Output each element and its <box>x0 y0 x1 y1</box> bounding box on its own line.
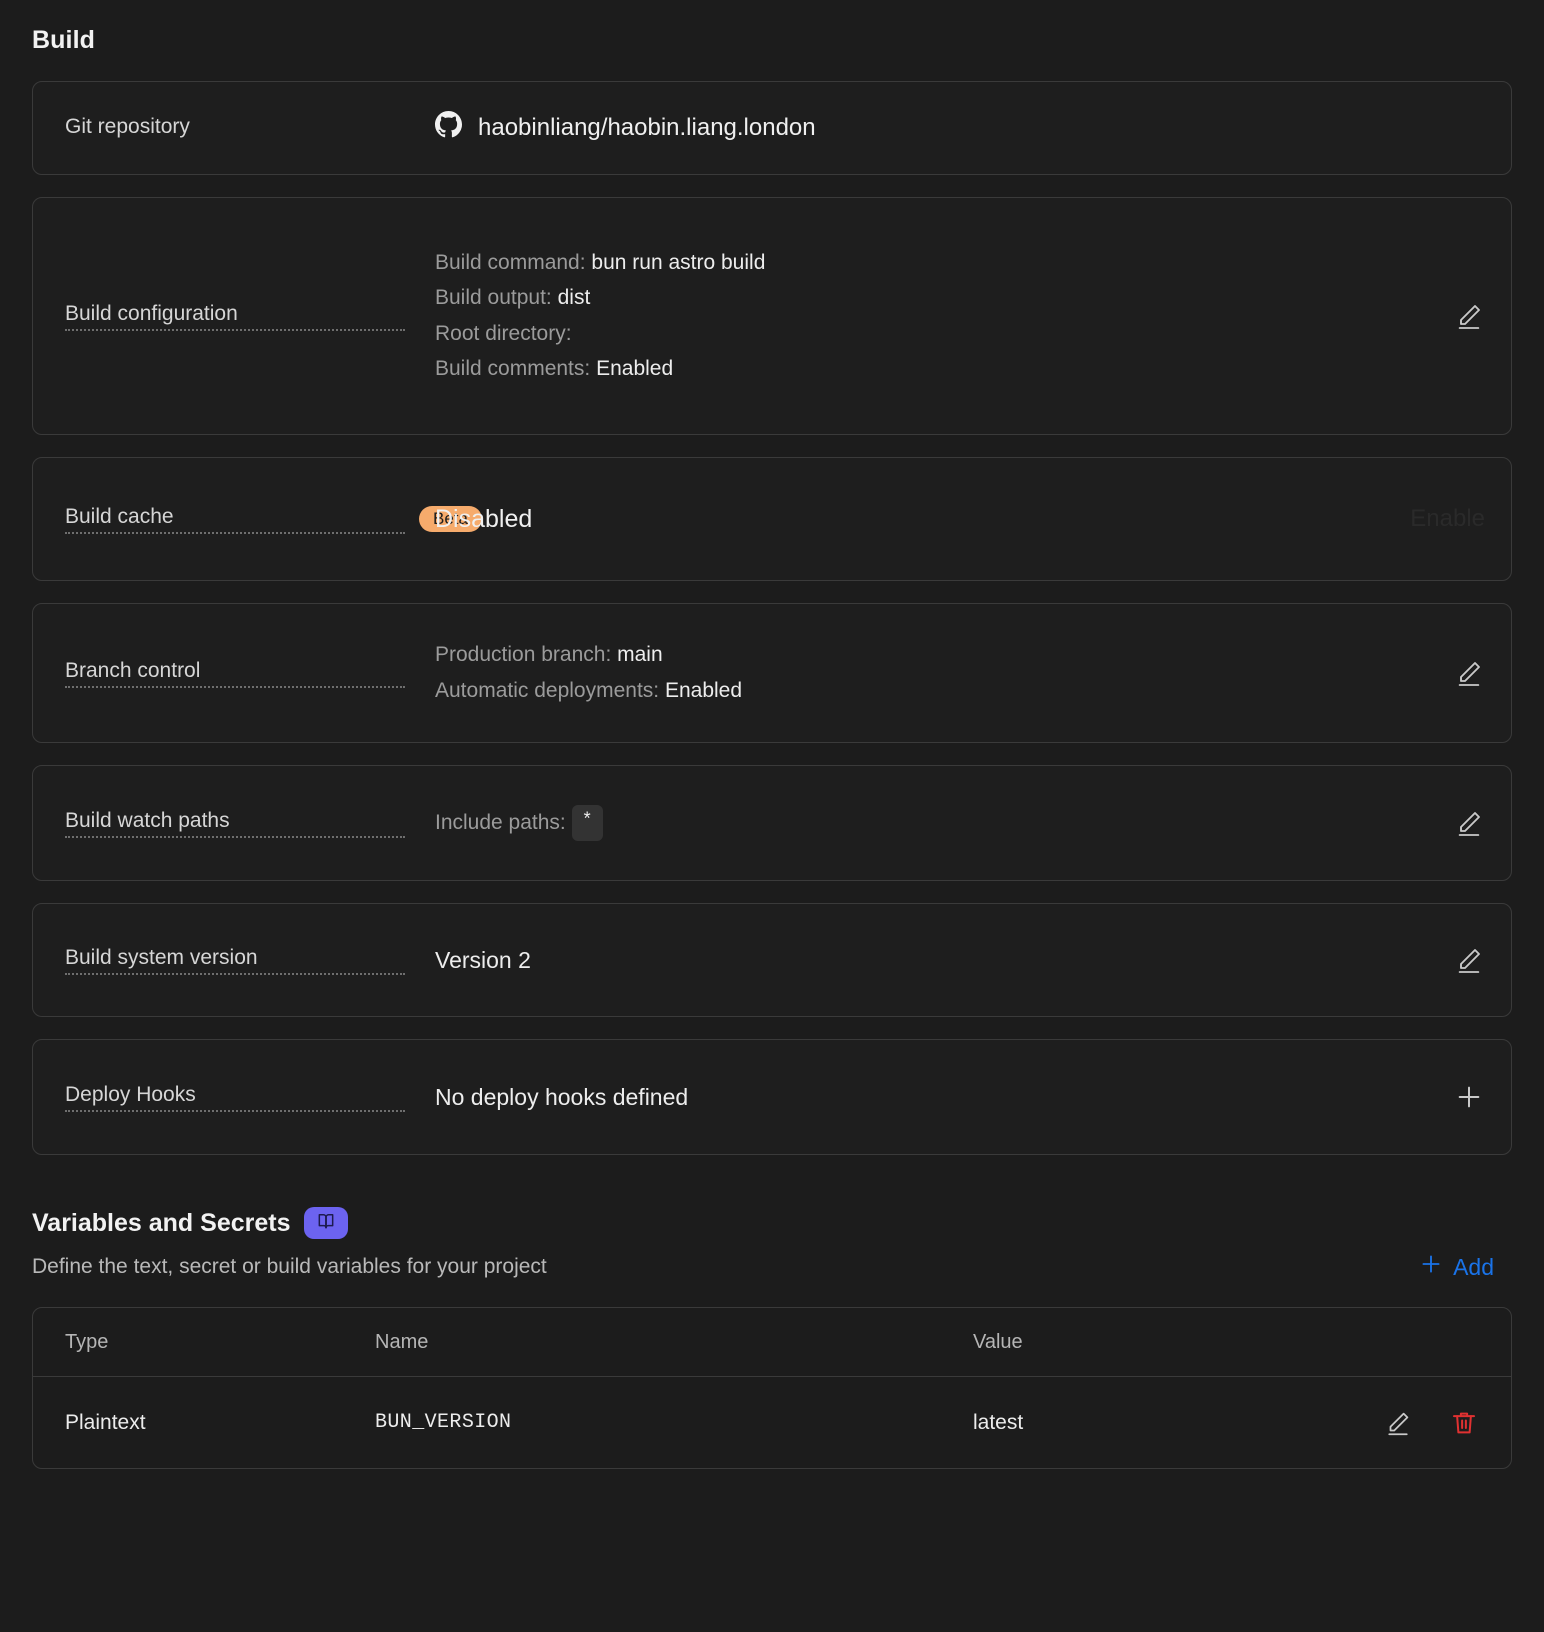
deploy-hooks-card[interactable]: Deploy Hooks No deploy hooks defined <box>32 1039 1512 1155</box>
include-paths-row: Include paths: * <box>435 805 1405 841</box>
build-watch-paths-label: Build watch paths <box>65 809 405 838</box>
enable-build-cache-button[interactable]: Enable <box>1410 505 1485 533</box>
build-comments-value: Enabled <box>596 356 674 380</box>
build-configuration-card[interactable]: Build configuration Build command: bun r… <box>32 197 1512 435</box>
build-comments-key: Build comments: <box>435 356 591 380</box>
build-output-row: Build output: dist <box>435 285 1405 311</box>
build-cache-card[interactable]: Build cache Beta Disabled Enable <box>32 457 1512 581</box>
git-repository-value-row: haobinliang/haobin.liang.london <box>435 111 1485 145</box>
add-deploy-hook-button[interactable] <box>1453 1081 1485 1113</box>
build-cache-action: Enable <box>1410 505 1485 533</box>
variables-docs-button[interactable] <box>304 1207 349 1239</box>
deploy-hooks-value: No deploy hooks defined <box>435 1083 689 1110</box>
production-branch-row: Production branch: main <box>435 642 1405 668</box>
build-output-value: dist <box>557 286 591 310</box>
variables-title: Variables and Secrets <box>32 1208 291 1237</box>
book-icon <box>316 1211 336 1236</box>
git-repository-label-cell: Git repository <box>65 115 435 142</box>
table-row[interactable]: Plaintext BUN_VERSION latest <box>33 1376 1511 1468</box>
build-system-version-card[interactable]: Build system version Version 2 <box>32 903 1512 1017</box>
build-output-key: Build output: <box>435 286 552 310</box>
build-cache-body: Disabled <box>435 505 1410 534</box>
deploy-hooks-label: Deploy Hooks <box>65 1083 405 1112</box>
variable-row-actions <box>1329 1408 1479 1438</box>
git-repository-value: haobinliang/haobin.liang.london <box>478 114 816 141</box>
edit-icon <box>1453 949 1485 979</box>
edit-build-system-version-button[interactable] <box>1453 944 1485 976</box>
plus-icon <box>1418 1251 1444 1283</box>
build-cache-label: Build cache <box>65 505 405 534</box>
build-system-version-label-cell: Build system version <box>65 946 435 975</box>
edit-icon <box>1453 662 1485 692</box>
root-directory-key: Root directory: <box>435 321 572 345</box>
include-paths-chip: * <box>571 805 603 841</box>
production-branch-value: main <box>617 643 663 667</box>
build-watch-paths-body: Include paths: * <box>435 805 1405 841</box>
add-variable-button[interactable]: Add <box>1418 1251 1512 1283</box>
build-system-version-body: Version 2 <box>435 947 1405 974</box>
edit-branch-control-button[interactable] <box>1453 657 1485 689</box>
github-icon <box>435 111 462 145</box>
column-header-value: Value <box>973 1330 1023 1353</box>
git-repository-card[interactable]: Git repository haobinliang/haobin.liang.… <box>32 81 1512 175</box>
build-system-version-value: Version 2 <box>435 946 531 973</box>
build-command-row: Build command: bun run astro build <box>435 250 1405 276</box>
delete-variable-button[interactable] <box>1449 1408 1479 1438</box>
branch-control-label-cell: Branch control <box>65 659 435 688</box>
root-directory-row: Root directory: <box>435 321 1405 347</box>
automatic-deployments-row: Automatic deployments: Enabled <box>435 678 1405 704</box>
build-watch-paths-label-cell: Build watch paths <box>65 809 435 838</box>
build-watch-paths-card[interactable]: Build watch paths Include paths: * <box>32 765 1512 881</box>
page-title: Build <box>32 26 95 54</box>
build-command-key: Build command: <box>435 251 586 274</box>
column-header-name: Name <box>375 1330 429 1353</box>
add-variable-label: Add <box>1453 1253 1494 1280</box>
build-cache-value: Disabled <box>435 504 533 533</box>
variables-table: Type Name Value Plaintext BUN_VERSION la… <box>32 1307 1512 1469</box>
build-configuration-label-cell: Build configuration <box>65 302 435 331</box>
deploy-hooks-label-cell: Deploy Hooks <box>65 1083 435 1112</box>
deploy-hooks-action <box>1405 1081 1485 1113</box>
variables-subtitle: Define the text, secret or build variabl… <box>32 1255 547 1278</box>
production-branch-key: Production branch: <box>435 643 612 667</box>
include-paths-key: Include paths: <box>435 810 566 834</box>
git-repository-label: Git repository <box>65 114 190 138</box>
build-watch-paths-action <box>1405 807 1485 839</box>
edit-build-watch-paths-button[interactable] <box>1453 807 1485 839</box>
edit-icon <box>1383 1412 1413 1441</box>
variables-table-header: Type Name Value <box>33 1308 1511 1376</box>
build-cache-label-cell: Build cache Beta <box>65 505 482 534</box>
variable-value: latest <box>973 1410 1024 1434</box>
automatic-deployments-value: Enabled <box>664 678 743 702</box>
trash-icon <box>1449 1412 1479 1441</box>
git-repository-body: haobinliang/haobin.liang.london <box>435 111 1485 145</box>
build-command-value: bun run astro build <box>591 251 766 274</box>
build-configuration-body: Build command: bun run astro build Build… <box>435 250 1405 382</box>
edit-icon <box>1453 812 1485 842</box>
branch-control-action <box>1405 657 1485 689</box>
edit-icon <box>1453 305 1485 335</box>
edit-build-configuration-button[interactable] <box>1453 300 1485 332</box>
plus-icon <box>1453 1086 1485 1116</box>
build-system-version-action <box>1405 944 1485 976</box>
automatic-deployments-key: Automatic deployments: <box>435 678 660 702</box>
variable-type: Plaintext <box>65 1410 146 1434</box>
build-system-version-label: Build system version <box>65 946 405 975</box>
variables-subtitle-row: Define the text, secret or build variabl… <box>32 1251 1512 1283</box>
deploy-hooks-body: No deploy hooks defined <box>435 1084 1405 1111</box>
variables-section-header: Variables and Secrets <box>32 1207 1512 1239</box>
build-settings-page: Build Git repository haobinliang/haobin.… <box>0 0 1544 1469</box>
variable-name: BUN_VERSION <box>375 1411 512 1434</box>
build-configuration-action <box>1405 300 1485 332</box>
branch-control-body: Production branch: main Automatic deploy… <box>435 642 1405 704</box>
column-header-type: Type <box>65 1330 109 1353</box>
branch-control-card[interactable]: Branch control Production branch: main A… <box>32 603 1512 743</box>
build-configuration-label: Build configuration <box>65 302 405 331</box>
edit-variable-button[interactable] <box>1383 1408 1413 1438</box>
branch-control-label: Branch control <box>65 659 405 688</box>
build-comments-row: Build comments: Enabled <box>435 356 1405 382</box>
